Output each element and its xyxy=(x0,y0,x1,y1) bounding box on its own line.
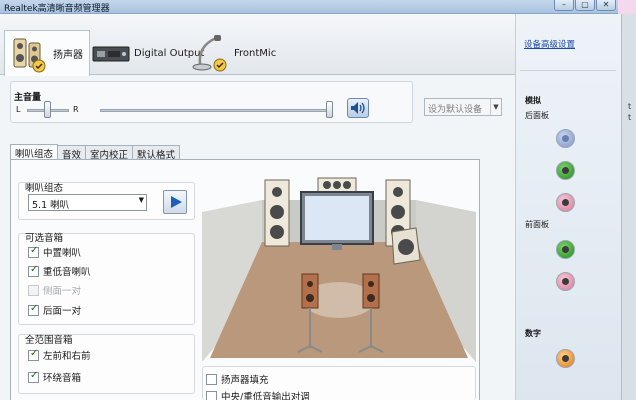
rear-pair-label: 后面一对 xyxy=(43,306,82,317)
volume-slider-thumb[interactable] xyxy=(326,101,333,118)
volume-slider-track[interactable] xyxy=(100,109,333,112)
rear-pair-option[interactable]: 后面一对 xyxy=(28,303,81,317)
maximize-button[interactable]: ▢ xyxy=(575,0,595,11)
front-lr-option[interactable]: 左前和右前 xyxy=(28,348,91,362)
surround-label: 环绕音箱 xyxy=(43,373,82,384)
play-icon xyxy=(171,196,182,208)
window-title: Realtek高清晰音频管理器 xyxy=(4,4,110,14)
speaker-room-visualization xyxy=(202,177,476,362)
back-line-out-jack[interactable] xyxy=(556,161,575,180)
speaker-config-select[interactable]: 5.1 喇叭 ▼ xyxy=(28,194,147,211)
speaker-fill-label: 扬声器填充 xyxy=(221,375,269,386)
volume-icon xyxy=(351,102,365,114)
side-pair-label: 侧面一对 xyxy=(43,286,82,297)
center-speaker-option[interactable]: 中置喇叭 xyxy=(28,245,81,259)
front-panel-label: 前面板 xyxy=(525,220,549,229)
center-speaker[interactable] xyxy=(317,177,357,193)
mute-button[interactable] xyxy=(347,98,369,118)
side-pair-checkbox xyxy=(28,284,39,296)
master-volume-label: 主音量 xyxy=(14,93,42,103)
surround-checkbox[interactable] xyxy=(28,370,39,383)
digital-output-jack[interactable] xyxy=(556,349,575,368)
subwoofer-label: 重低音喇叭 xyxy=(43,267,91,278)
microphone-icon xyxy=(192,34,227,71)
close-button[interactable]: ✕ xyxy=(596,0,616,11)
set-default-device-dropdown[interactable]: 设为默认设备 ▼ xyxy=(424,98,502,116)
subwoofer-option[interactable]: 重低音喇叭 xyxy=(28,264,91,278)
back-line-in-jack[interactable] xyxy=(556,129,575,148)
tab-sound-effects[interactable]: 音效 xyxy=(57,145,87,161)
digital-output-icon xyxy=(92,46,130,61)
right-panel-divider xyxy=(520,70,616,71)
tab-default-format[interactable]: 默认格式 xyxy=(132,145,181,161)
back-panel-label: 后面板 xyxy=(525,111,549,120)
center-speaker-label: 中置喇叭 xyxy=(43,248,82,259)
tab-room-correction[interactable]: 室内校正 xyxy=(85,145,134,161)
surround-option[interactable]: 环绕音箱 xyxy=(28,370,81,384)
chevron-down-icon: ▼ xyxy=(490,99,501,115)
side-pair-option: 侧面一对 xyxy=(28,283,81,297)
center-speaker-checkbox[interactable] xyxy=(28,245,39,258)
background-window-text: t xyxy=(628,102,632,111)
speaker-config-selected: 5.1 喇叭 xyxy=(32,200,70,211)
advanced-settings-link[interactable]: 设备高级设置 xyxy=(524,38,575,50)
title-bar: Realtek高清晰音频管理器 – ▢ ✕ xyxy=(0,0,636,14)
optional-speakers-group-label: 可选音箱 xyxy=(25,233,64,244)
tab-front-mic-label: FrontMic xyxy=(234,48,277,59)
front-headphone-jack[interactable] xyxy=(556,240,575,259)
subwoofer-checkbox[interactable] xyxy=(28,264,39,277)
background-window-strip xyxy=(618,0,636,14)
rear-pair-checkbox[interactable] xyxy=(28,303,39,316)
speaker-fill-option[interactable]: 扬声器填充 xyxy=(206,372,269,386)
background-window-edge xyxy=(621,14,636,400)
chevron-down-icon: ▼ xyxy=(138,196,144,204)
tv-screen xyxy=(300,191,374,250)
tab-speakers-label: 扬声器 xyxy=(53,50,83,61)
tab-front-mic[interactable]: FrontMic xyxy=(186,32,282,75)
speaker-icon xyxy=(13,38,46,72)
speaker-config-group-label: 喇叭组态 xyxy=(25,183,64,194)
center-sub-swap-label: 中央/重低音输出对调 xyxy=(221,392,310,400)
center-sub-swap-checkbox[interactable] xyxy=(206,390,217,400)
minimize-button[interactable]: – xyxy=(554,0,574,11)
balance-left-label: L xyxy=(16,105,21,114)
background-window-text: t xyxy=(628,113,632,122)
front-lr-checkbox[interactable] xyxy=(28,348,39,361)
analog-label: 模拟 xyxy=(525,96,541,105)
subwoofer[interactable] xyxy=(391,227,421,265)
balance-right-label: R xyxy=(73,105,79,114)
balance-slider-thumb[interactable] xyxy=(44,101,51,118)
fullrange-group-label: 全范围音箱 xyxy=(25,335,73,346)
digital-label: 数字 xyxy=(525,329,541,338)
speaker-fill-checkbox[interactable] xyxy=(206,373,217,385)
tab-speaker-configuration[interactable]: 喇叭组态 xyxy=(10,144,59,160)
set-default-device-label: 设为默认设备 xyxy=(428,105,483,115)
play-test-button[interactable] xyxy=(163,190,187,214)
back-mic-jack[interactable] xyxy=(556,193,575,212)
front-lr-label: 左前和右前 xyxy=(43,351,91,362)
front-mic-jack[interactable] xyxy=(556,272,575,291)
window-controls: – ▢ ✕ xyxy=(554,0,616,12)
device-tabs: 扬声器 Digital Output FrontMic xyxy=(0,14,515,76)
center-sub-swap-option[interactable]: 中央/重低音输出对调 xyxy=(206,389,310,400)
front-left-speaker[interactable] xyxy=(264,179,290,247)
tab-speakers[interactable]: 扬声器 xyxy=(4,30,90,76)
subtab-bar: 喇叭组态 音效 室内校正 默认格式 xyxy=(10,144,181,161)
